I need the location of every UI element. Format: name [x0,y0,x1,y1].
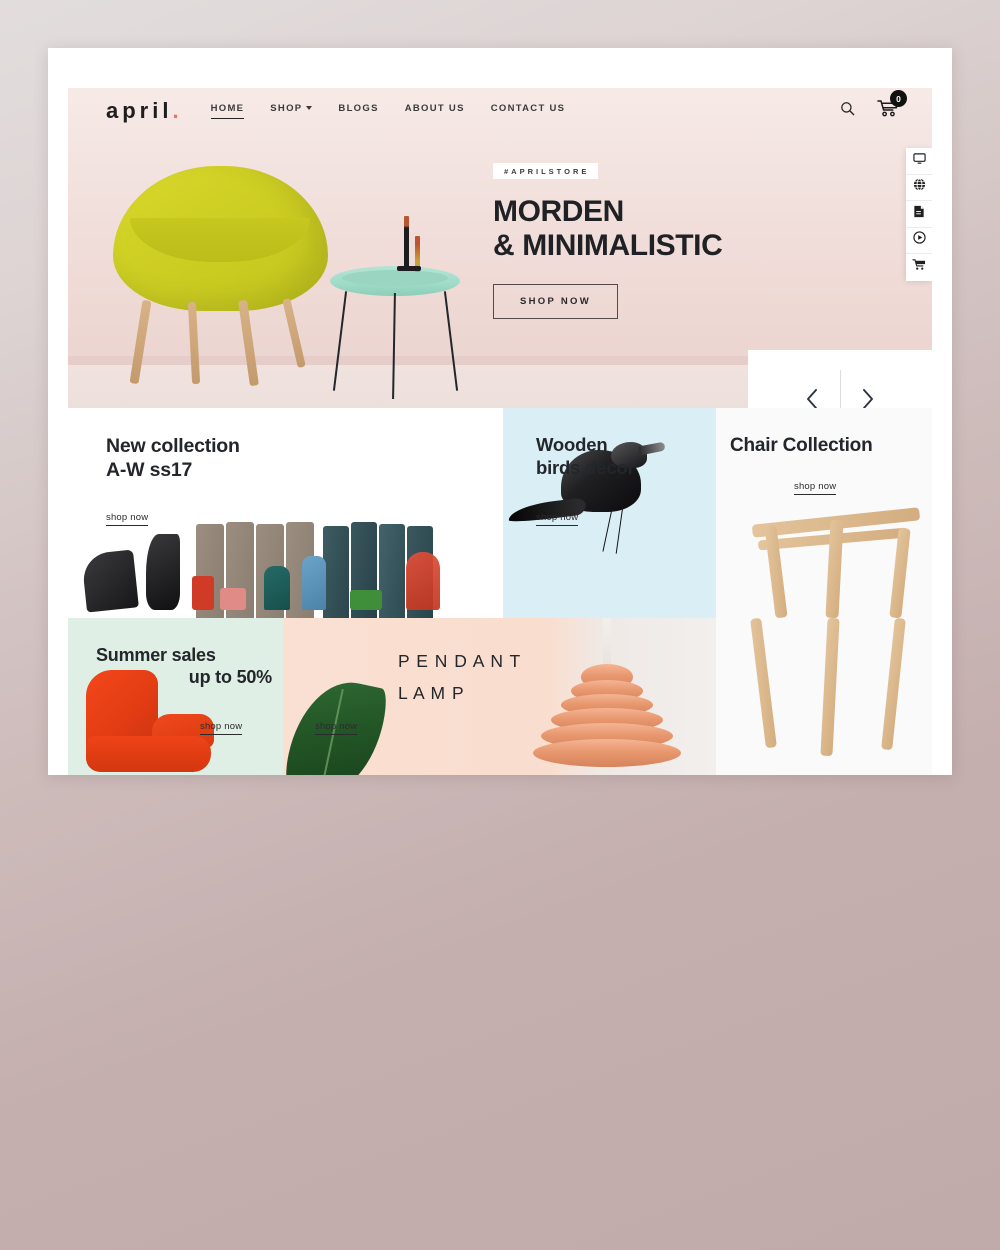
promo-card-chair-collection-lower [716,618,932,775]
rail-item-monitor[interactable] [906,148,932,175]
monitor-icon [912,152,926,170]
promo-card-summer-sales[interactable]: Summer sales up to 50% shop now [68,618,283,775]
promo-card-wooden-birds[interactable]: Wooden birds decor shop now [503,408,716,618]
shopping-cart-icon[interactable]: 0 [877,90,907,122]
nav-item-shop[interactable]: SHOP [270,103,313,118]
nav-label: BLOGS [338,103,379,114]
wooden-chair-leg [820,618,840,757]
black-vase [146,534,180,610]
candle-base [397,266,421,271]
nav-item-home[interactable]: HOME [210,102,245,119]
promo-card-chair-collection[interactable]: Chair Collection shop now [716,408,932,618]
nav-item-blogs[interactable]: BLOGS [338,103,378,118]
lamp-cord [603,618,611,670]
promo-title-new-collection: New collection A-W ss17 [106,434,240,482]
carousel-prev-button[interactable] [786,387,840,408]
promo-row-top: New collection A-W ss17 shop now Wooden … [68,408,932,618]
hero-banner: april. HOME SHOP BLOGS ABOUT US CONTACT … [68,88,932,408]
floating-icon-rail [906,148,932,281]
blue-mini-chair [302,556,326,610]
play-circle-icon [912,231,926,249]
wooden-chair-leg [881,618,906,751]
document-icon [913,205,925,223]
promo-link-pendant-lamp[interactable]: shop now [315,721,358,735]
page-viewport: april. HOME SHOP BLOGS ABOUT US CONTACT … [68,88,932,775]
carousel-navigation [748,350,932,408]
nav-item-about-us[interactable]: ABOUT US [405,103,465,118]
nav-label: SHOP [270,103,303,114]
promo-title-wooden-birds: Wooden birds decor [536,434,635,480]
search-icon[interactable] [840,101,855,121]
promo-row-bottom: Summer sales up to 50% shop now P E N D … [68,618,932,775]
red-mesh-chair [406,552,440,610]
bird-leg [615,506,624,554]
hero-title-line-2: & MINIMALISTIC [493,228,723,262]
bird-beak [638,441,666,456]
hero-copy-block: #APRILSTORE MORDEN & MINIMALISTIC SHOP N… [493,161,723,319]
wooden-chair-leg [889,527,911,618]
hero-title: MORDEN & MINIMALISTIC [493,195,723,263]
rail-item-globe[interactable] [906,175,932,201]
nav-label: HOME [210,102,245,114]
nav-label: CONTACT US [490,103,566,114]
bird-leg [602,508,613,552]
hero-hashtag: #APRILSTORE [493,163,599,179]
logo-dot: . [172,97,183,123]
pink-mini-table [220,588,246,610]
promo-link-chair-collection[interactable]: shop now [794,481,837,495]
promo-title-line-2: up to 50% [188,667,272,688]
dark-lounge-chair [81,549,139,613]
nav-item-contact-us[interactable]: CONTACT US [491,103,566,118]
lamp-shade-tier [533,739,681,767]
primary-menu: HOME SHOP BLOGS ABOUT US CONTACT US [210,102,566,119]
rail-item-document[interactable] [906,201,932,228]
globe-icon [913,178,926,196]
promo-title-pendant-lamp: P E N D A N T L A M P [398,645,521,710]
cart-count-badge: 0 [890,90,907,107]
hero-shop-now-button[interactable]: SHOP NOW [493,283,619,319]
logo-text: april [106,97,173,123]
promo-title-line-1: Summer sales [96,645,216,665]
teal-mini-chair [264,566,290,610]
promo-card-pendant-lamp[interactable]: P E N D A N T L A M P shop now [283,618,716,775]
site-logo[interactable]: april. [106,98,183,124]
red-mini-chair [192,576,214,610]
wooden-chair-leg [750,618,777,749]
nav-label: ABOUT US [404,103,465,114]
chevron-down-icon [306,106,313,111]
promo-link-new-collection[interactable]: shop now [106,512,149,526]
promo-title-line-1: P E N D A N T [398,651,522,671]
promo-title-chair-collection: Chair Collection [730,435,873,456]
orange-armchair-seat [86,736,211,772]
promo-link-wooden-birds[interactable]: shop now [536,512,579,526]
promo-title-line-1: Wooden [536,434,608,455]
hero-title-line-1: MORDEN [493,195,624,228]
promo-title-line-2: L A M P [398,683,465,704]
browser-window: april. HOME SHOP BLOGS ABOUT US CONTACT … [48,48,952,775]
rail-item-play[interactable] [906,228,932,254]
candle-holder [404,216,409,270]
side-table-tray [342,270,448,286]
promo-title-line-2: birds decor [536,456,635,478]
promo-title-line-1: New collection [106,435,240,457]
carousel-next-button[interactable] [841,387,895,408]
site-navbar: april. HOME SHOP BLOGS ABOUT US CONTACT … [68,88,932,133]
promo-link-summer-sales[interactable]: shop now [200,721,243,735]
promo-title-line-2: A-W ss17 [106,459,193,482]
navbar-actions: 0 [840,90,907,122]
promo-title-summer-sales: Summer sales up to 50% [96,644,276,689]
green-mini-table [350,590,382,610]
room-divider-panel [379,524,405,618]
rail-item-cart[interactable] [906,254,932,281]
cart-icon [912,258,926,276]
room-divider-panel [323,526,349,618]
promo-card-new-collection[interactable]: New collection A-W ss17 shop now [68,408,503,618]
